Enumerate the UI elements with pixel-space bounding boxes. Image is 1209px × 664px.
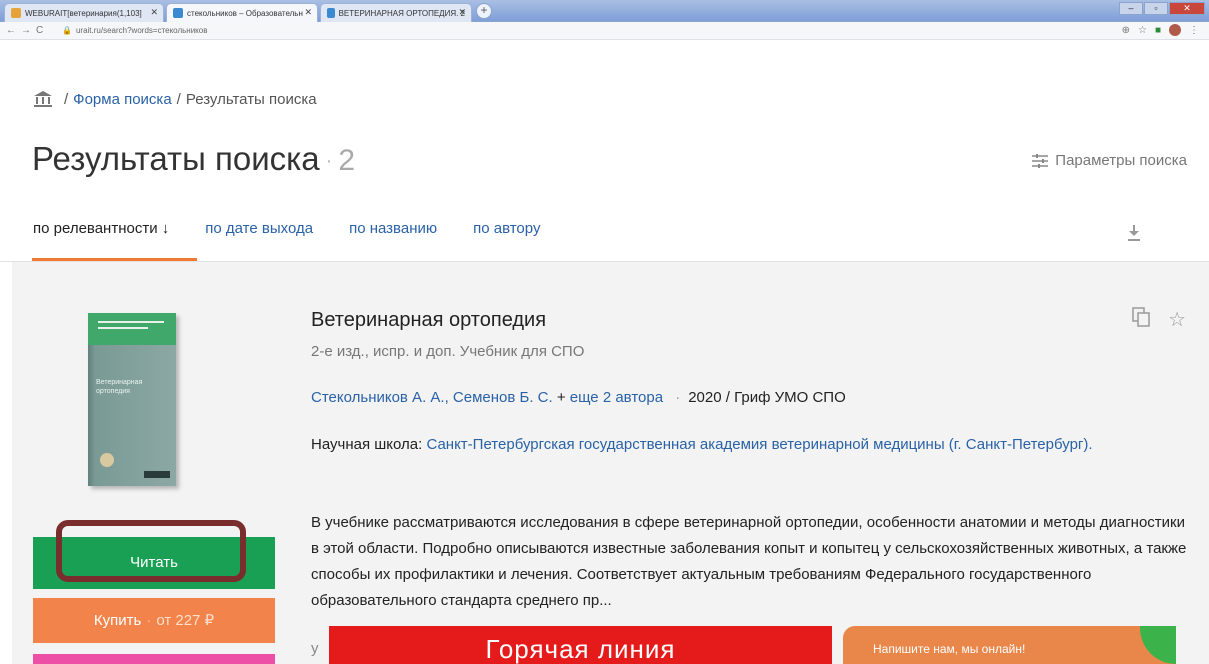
sort-name[interactable]: по названию (349, 220, 437, 237)
book-title[interactable]: Ветеринарная ортопедия (311, 309, 546, 332)
tab-label: WEBURAIT[ветеринария(1,103] (25, 8, 142, 18)
chat-leaf-icon (1140, 626, 1176, 664)
browser-tab-book[interactable]: ВЕТЕРИНАРНАЯ ОРТОПЕДИЯ. 2 ✕ (320, 3, 472, 22)
tab-favicon-icon (327, 8, 335, 18)
cover-emblem-icon (100, 453, 114, 467)
book-grif: / Гриф УМО СПО (725, 389, 846, 406)
address-bar: ←→C 🔒 urait.ru/search?words=стекольников … (0, 22, 1209, 40)
meta-dot: · (675, 389, 681, 406)
book-subtitle: 2-е изд., испр. и доп. Учебник для СПО (311, 343, 585, 360)
breadcrumb-separator: / (64, 90, 69, 108)
book-description: В учебнике рассматриваются исследования … (311, 514, 1187, 609)
extension-icon[interactable]: ■ (1155, 25, 1161, 36)
cover-line (98, 327, 148, 329)
search-params-label: Параметры поиска (1055, 152, 1187, 169)
breadcrumb-current: Результаты поиска (185, 90, 317, 108)
book-cover[interactable]: Ветеринарная ортопедия (88, 313, 176, 486)
profile-avatar-icon[interactable] (1169, 24, 1181, 36)
extra-button[interactable] (33, 654, 275, 664)
minimize-button[interactable]: – (1119, 2, 1143, 15)
result-count: 2 (338, 144, 355, 177)
page-title: Результаты поиска · 2 (32, 140, 355, 178)
tab-favicon-icon (173, 8, 183, 18)
search-params-button[interactable]: Параметры поиска (1031, 152, 1187, 169)
buy-price: от 227 ₽ (156, 612, 215, 629)
cover-publisher-logo (144, 471, 170, 478)
breadcrumb-separator: / (176, 90, 181, 108)
read-button-highlight (56, 520, 246, 582)
address-bar-icons: ⊕ ☆ ■ ⋮ (1122, 24, 1199, 36)
sort-relevance[interactable]: по релевантности ↓ (33, 220, 169, 237)
favorite-star-icon[interactable]: ☆ (1168, 307, 1186, 332)
sort-date[interactable]: по дате выхода (205, 220, 313, 237)
sort-author[interactable]: по автору (473, 220, 540, 237)
more-authors-link[interactable]: еще 2 автора (570, 389, 663, 406)
forward-arrow-icon[interactable]: → (21, 25, 36, 36)
cover-stripe (88, 313, 176, 345)
url-text: urait.ru/search?words=стекольников (75, 26, 208, 35)
buy-separator: · (146, 612, 152, 629)
breadcrumb-search-form-link[interactable]: Форма поиска (73, 91, 172, 108)
cover-title: Ветеринарная ортопедия (96, 379, 143, 395)
chat-label: Напишите нам, мы онлайн! (873, 642, 1026, 656)
window-close-button[interactable]: ✕ (1169, 2, 1205, 15)
nav-buttons: ←→C (6, 25, 48, 36)
tab-label: ВЕТЕРИНАРНАЯ ОРТОПЕДИЯ. 2 (338, 8, 465, 18)
window-controls: – ▫ ✕ (1119, 2, 1205, 15)
cover-line (98, 321, 164, 323)
bookmark-star-icon[interactable]: ☆ (1138, 25, 1147, 36)
tab-favicon-icon (11, 8, 21, 18)
browser-tab-search[interactable]: стекольников – Образовательн ✕ (166, 3, 318, 22)
page-title-text: Результаты поиска (32, 140, 320, 177)
sort-bar: по релевантности ↓ по дате выхода по наз… (33, 220, 576, 237)
sliders-icon (1032, 153, 1049, 168)
title-dot: · (325, 149, 333, 172)
school-link[interactable]: Санкт-Петербургская государственная акад… (426, 436, 1092, 453)
scientific-school: Научная школа: Санкт-Петербургская госуд… (311, 432, 1181, 457)
browser-tab-bar: WEBURAIT[ветеринария(1,103] ✕ стекольник… (0, 0, 1209, 22)
buy-label: Купить (93, 612, 142, 629)
new-tab-button[interactable]: + (476, 3, 492, 19)
browser-tab-webinar[interactable]: WEBURAIT[ветеринария(1,103] ✕ (4, 3, 164, 22)
tab-close-icon[interactable]: ✕ (304, 7, 312, 18)
tab-close-icon[interactable]: ✕ (150, 7, 158, 18)
maximize-button[interactable]: ▫ (1144, 2, 1168, 15)
book-authors: Стекольников А. А., Семенов Б. С. + еще … (311, 389, 846, 406)
authors-link[interactable]: Стекольников А. А., Семенов Б. С. (311, 389, 553, 406)
back-arrow-icon[interactable]: ← (6, 25, 21, 36)
school-label: Научная школа: (311, 436, 423, 453)
text-fragment: у (311, 640, 319, 657)
card-actions: ☆ (1132, 307, 1186, 332)
book-year: 2020 (688, 389, 722, 406)
chat-widget[interactable]: Напишите нам, мы онлайн! (843, 626, 1176, 664)
menu-dots-icon[interactable]: ⋮ (1189, 25, 1199, 36)
tab-label: стекольников – Образовательн (187, 8, 303, 18)
copy-icon[interactable] (1132, 307, 1150, 327)
reload-icon[interactable]: C (36, 25, 48, 36)
home-building-icon[interactable] (33, 90, 53, 108)
buy-button[interactable]: Купить · от 227 ₽ (33, 598, 275, 643)
download-icon[interactable] (1127, 224, 1141, 242)
tab-close-icon[interactable]: ✕ (458, 7, 466, 18)
authors-plus: + (556, 389, 566, 406)
breadcrumb: / Форма поиска / Результаты поиска (33, 90, 317, 108)
zoom-icon[interactable]: ⊕ (1122, 25, 1130, 36)
lock-icon: 🔒 (62, 26, 72, 35)
url-field[interactable]: 🔒 urait.ru/search?words=стекольников (62, 26, 207, 35)
hotline-banner[interactable]: Горячая линия (329, 626, 832, 664)
